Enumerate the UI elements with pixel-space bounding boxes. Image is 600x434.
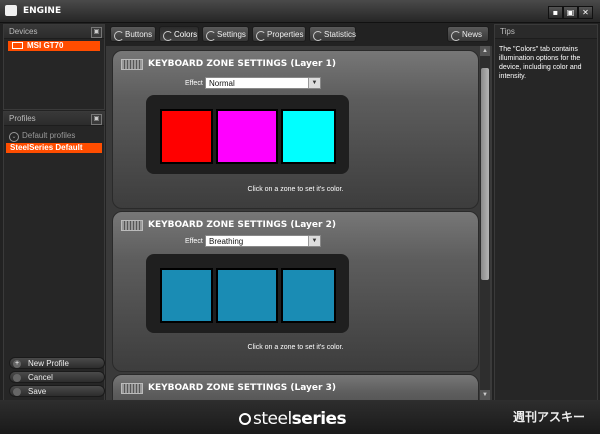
- circle-icon: [13, 374, 21, 382]
- keyboard-icon: [121, 220, 143, 231]
- tab-buttons[interactable]: Buttons: [110, 26, 156, 42]
- tab-statistics-label: Statistics: [324, 30, 357, 39]
- zone-card-layer-1: KEYBOARD ZONE SETTINGS (Layer 1) Effect …: [112, 50, 479, 209]
- zone-card-layer-3: KEYBOARD ZONE SETTINGS (Layer 3): [112, 374, 479, 400]
- profiles-panel: Profiles ▣ ⌄ Default profiles SteelSeries…: [3, 111, 105, 403]
- close-button[interactable]: ✕: [578, 6, 593, 19]
- title-bar: ENGINE ▪ ▣ ✕: [0, 0, 600, 23]
- zone-2[interactable]: [216, 109, 278, 164]
- tab-colors-label: Colors: [174, 30, 198, 39]
- tab-icon: [114, 31, 124, 41]
- default-profiles-label: Default profiles: [22, 131, 76, 140]
- effect-label: Effect: [185, 238, 203, 245]
- effect-select[interactable]: Breathing ▼: [205, 235, 321, 247]
- effect-value: Breathing: [209, 237, 244, 246]
- scroll-thumb[interactable]: [481, 68, 489, 280]
- zone-title: KEYBOARD ZONE SETTINGS (Layer 1): [148, 59, 336, 69]
- zone-3[interactable]: [281, 109, 336, 164]
- zone-hint: Click on a zone to set it's color.: [247, 344, 344, 351]
- steelseries-logo: steelseries: [239, 409, 347, 429]
- minimize-button[interactable]: ▪: [548, 6, 563, 19]
- profile-label: SteelSeries Default: [10, 143, 83, 152]
- plus-icon: +: [13, 360, 21, 368]
- zone-title: KEYBOARD ZONE SETTINGS (Layer 3): [148, 383, 336, 393]
- keyboard-icon: [121, 383, 143, 394]
- cancel-label: Cancel: [28, 373, 53, 382]
- profiles-header: Profiles ▣: [4, 112, 104, 126]
- tab-icon: [256, 31, 266, 41]
- devices-header: Devices ▣: [4, 25, 104, 39]
- watermark: 週刊アスキー: [513, 410, 586, 424]
- steelseries-logo-icon: [239, 413, 251, 425]
- zone-3[interactable]: [281, 268, 336, 323]
- scroll-up-icon[interactable]: ▲: [480, 46, 490, 56]
- zone-1[interactable]: [160, 268, 213, 323]
- news-label: News: [462, 30, 483, 39]
- news-button[interactable]: News: [447, 26, 489, 42]
- footer: steelseries 週刊アスキー: [0, 400, 600, 434]
- tab-properties-label: Properties: [267, 30, 304, 39]
- new-profile-button[interactable]: + New Profile: [9, 357, 105, 369]
- zone-hint: Click on a zone to set it's color.: [247, 186, 344, 193]
- chevron-down-icon: ▼: [308, 78, 320, 88]
- tips-panel: Tips The "Colors" tab contains illuminat…: [494, 24, 598, 402]
- laptop-icon: [12, 42, 23, 50]
- colors-content: KEYBOARD ZONE SETTINGS (Layer 1) Effect …: [106, 46, 492, 400]
- tab-icon: [206, 31, 216, 41]
- content-scrollbar[interactable]: ▲ ▼: [480, 46, 490, 400]
- zone-title: KEYBOARD ZONE SETTINGS (Layer 2): [148, 220, 336, 230]
- engine-window: ENGINE ▪ ▣ ✕ Devices ▣ MSI GT70 Profiles…: [0, 0, 600, 434]
- keyboard-zones: [146, 95, 349, 174]
- devices-title: Devices: [9, 27, 38, 36]
- save-label: Save: [28, 387, 47, 396]
- zone-1[interactable]: [160, 109, 213, 164]
- pin-icon[interactable]: ▣: [91, 27, 102, 38]
- profile-item[interactable]: SteelSeries Default: [6, 143, 102, 153]
- zone-card-layer-2: KEYBOARD ZONE SETTINGS (Layer 2) Effect …: [112, 211, 479, 372]
- brand-suffix: series: [291, 409, 347, 429]
- device-item[interactable]: MSI GT70: [8, 41, 100, 51]
- tips-text: The "Colors" tab contains illumination o…: [499, 46, 582, 80]
- app-icon: [5, 5, 17, 16]
- tab-buttons-label: Buttons: [125, 30, 153, 39]
- brand-prefix: steel: [253, 409, 292, 429]
- circle-icon: [13, 388, 21, 396]
- save-button[interactable]: Save: [9, 385, 105, 397]
- scroll-down-icon[interactable]: ▼: [480, 390, 490, 400]
- maximize-button[interactable]: ▣: [563, 6, 578, 19]
- effect-value: Normal: [209, 79, 235, 88]
- new-profile-label: New Profile: [28, 359, 69, 368]
- tips-header: Tips: [495, 25, 597, 39]
- keyboard-icon: [121, 59, 143, 70]
- effect-select[interactable]: Normal ▼: [205, 77, 321, 89]
- tab-icon: [313, 31, 323, 41]
- tab-properties[interactable]: Properties: [252, 26, 306, 42]
- chevron-down-icon: ▼: [308, 236, 320, 246]
- tab-colors[interactable]: Colors: [159, 26, 199, 42]
- tab-settings-label: Settings: [217, 30, 246, 39]
- chevron-down-icon: ⌄: [9, 132, 19, 142]
- default-profiles-group[interactable]: ⌄ Default profiles: [9, 131, 75, 142]
- tab-settings[interactable]: Settings: [202, 26, 249, 42]
- keyboard-zones: [146, 254, 349, 333]
- news-icon: [451, 31, 461, 41]
- window-title: ENGINE: [23, 6, 62, 16]
- zone-2[interactable]: [216, 268, 278, 323]
- cancel-button[interactable]: Cancel: [9, 371, 105, 383]
- tab-statistics[interactable]: Statistics: [309, 26, 356, 42]
- devices-panel: Devices ▣ MSI GT70: [3, 24, 105, 110]
- pin-icon[interactable]: ▣: [91, 114, 102, 125]
- tab-icon: [163, 31, 173, 41]
- profiles-title: Profiles: [9, 114, 36, 123]
- effect-label: Effect: [185, 80, 203, 87]
- device-label: MSI GT70: [27, 41, 64, 50]
- tips-title: Tips: [500, 27, 515, 36]
